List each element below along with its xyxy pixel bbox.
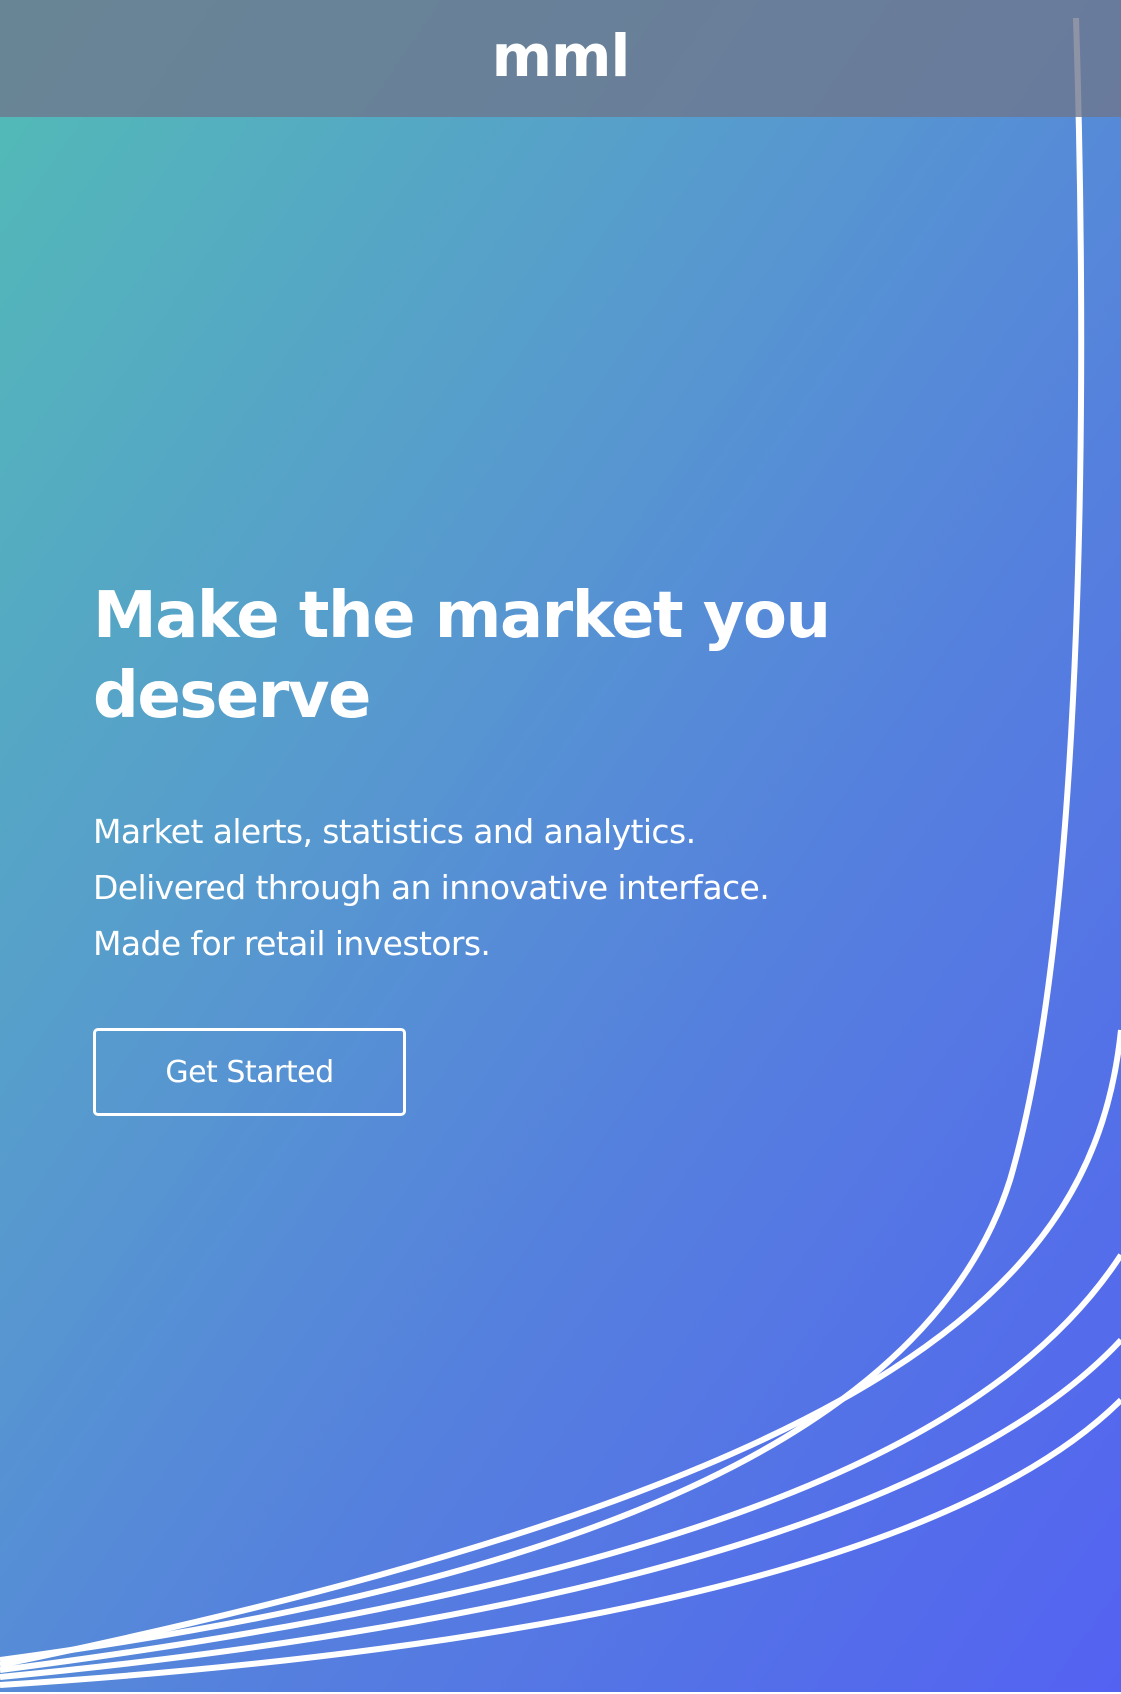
hero-subtext: Market alerts, statistics and analytics.… <box>93 804 953 972</box>
hero-content: Make the market you deserve Market alert… <box>93 576 953 1116</box>
navbar: mml <box>0 0 1121 117</box>
subtext-line-2: Delivered through an innovative interfac… <box>93 868 770 907</box>
brand-logo[interactable]: mml <box>492 27 631 85</box>
curve-line-5 <box>0 1397 1121 1688</box>
subtext-line-1: Market alerts, statistics and analytics. <box>93 812 696 851</box>
subtext-line-3: Made for retail investors. <box>93 924 491 963</box>
hero-section: mml Make the market you deserve Market a… <box>0 0 1121 1694</box>
hero-headline: Make the market you deserve <box>93 579 831 733</box>
get-started-button[interactable]: Get Started <box>93 1028 406 1116</box>
